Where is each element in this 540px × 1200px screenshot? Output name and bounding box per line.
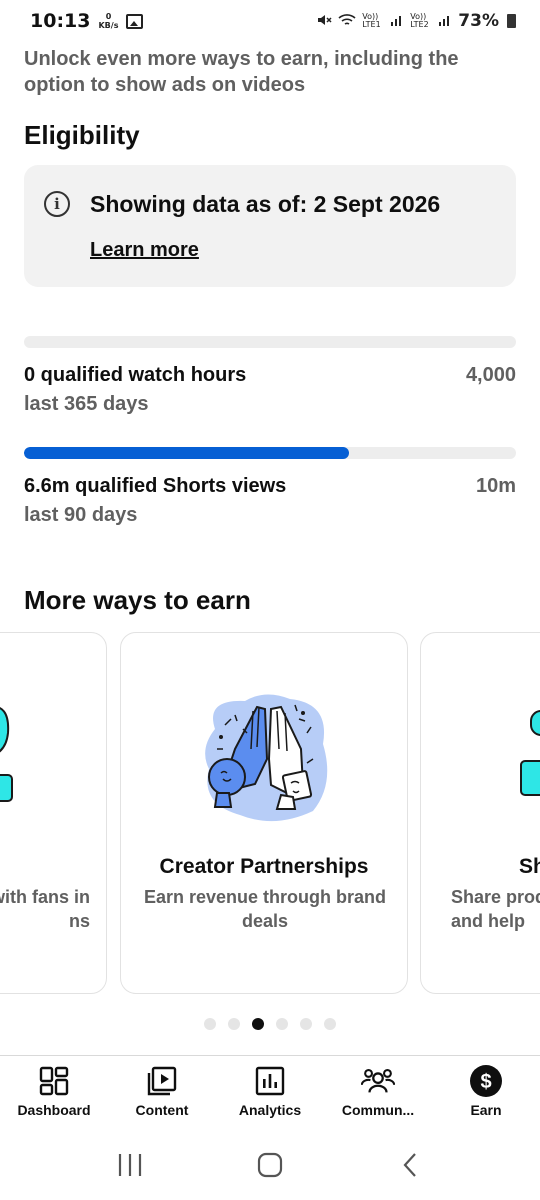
battery-icon [507, 14, 516, 28]
network-speed-unit: KB/s [98, 21, 119, 30]
signal-1-icon [390, 13, 404, 30]
home-icon [257, 1152, 283, 1178]
shorts-views-period: last 90 days [24, 504, 138, 526]
earn-card-next[interactable]: Sh Share produ and help [420, 632, 540, 994]
status-time: 10:13 [30, 10, 91, 32]
eligibility-title: Eligibility [24, 120, 140, 150]
nav-community[interactable]: Commun... [324, 1056, 432, 1133]
back-icon [403, 1153, 416, 1177]
eligibility-info-card: i Showing data as of: 2 Sept 2026 Learn … [24, 165, 516, 287]
dashboard-icon [37, 1064, 71, 1098]
bottom-nav: Dashboard Content Analytics Commun... $ … [0, 1055, 540, 1133]
status-right: Vo)) LTE1 Vo)) LTE2 73% [316, 11, 516, 31]
svg-text:$: $ [480, 1071, 491, 1093]
carousel-dot[interactable] [300, 1018, 312, 1030]
nav-community-label: Commun... [341, 1102, 415, 1118]
earn-carousel[interactable]: with fans in ns Creator Partnerships Ear… [0, 632, 540, 996]
more-ways-title: More ways to earn [24, 585, 251, 615]
carousel-dot[interactable] [204, 1018, 216, 1030]
carousel-dot[interactable] [228, 1018, 240, 1030]
shorts-views-target: 10m [475, 475, 516, 497]
shorts-views-progress-fill [24, 447, 349, 459]
carousel-dot[interactable] [252, 1018, 264, 1030]
signal-1-label: Vo)) LTE1 [362, 12, 381, 29]
nav-earn[interactable]: $ Earn [432, 1056, 540, 1133]
mute-icon [316, 12, 332, 31]
recent-apps-button[interactable] [110, 1145, 150, 1185]
previous-card-illustration [0, 707, 13, 802]
earn-icon: $ [469, 1064, 503, 1098]
back-button[interactable] [390, 1145, 430, 1185]
system-nav-bar [0, 1135, 540, 1195]
status-bar: 10:13 0 KB/s Vo)) LTE1 Vo)) LTE2 73% [0, 0, 540, 42]
watch-hours-period: last 365 days [24, 393, 149, 415]
network-speed-value: 0 [105, 12, 112, 21]
nav-analytics-label: Analytics [238, 1102, 302, 1118]
watch-hours-label: 0 qualified watch hours [24, 364, 247, 386]
next-card-desc: Share produ and help [451, 887, 540, 931]
nav-dashboard[interactable]: Dashboard [0, 1056, 108, 1133]
nav-earn-label: Earn [470, 1102, 502, 1118]
signal-2-icon [438, 13, 452, 30]
card-title: Creator Partnerships [159, 855, 369, 878]
carousel-dot[interactable] [276, 1018, 288, 1030]
next-card-illustration [520, 710, 540, 796]
analytics-icon [253, 1064, 287, 1098]
earn-card-creator-partnerships[interactable]: Creator Partnerships Earn revenue throug… [120, 632, 408, 994]
nav-dashboard-label: Dashboard [17, 1102, 91, 1118]
carousel-dot[interactable] [324, 1018, 336, 1030]
intro-text: Unlock even more ways to earn, including… [24, 48, 459, 96]
wifi-icon [338, 13, 356, 30]
community-icon [361, 1064, 395, 1098]
high-five-illustration [205, 694, 328, 822]
watch-hours-target: 4,000 [465, 364, 516, 386]
earn-card-previous[interactable]: with fans in ns [0, 632, 107, 994]
content-icon [145, 1064, 179, 1098]
card-description: Earn revenue through brand deals [143, 887, 387, 931]
watch-hours-progress-bar [24, 336, 516, 348]
recent-apps-icon [118, 1154, 142, 1176]
home-button[interactable] [250, 1145, 290, 1185]
nav-analytics[interactable]: Analytics [216, 1056, 324, 1133]
nav-content[interactable]: Content [108, 1056, 216, 1133]
nav-content-label: Content [135, 1102, 189, 1118]
network-speed: 0 KB/s [98, 12, 118, 30]
gallery-notification-icon [126, 13, 144, 29]
info-icon: i [44, 191, 70, 217]
shorts-views-label: 6.6m qualified Shorts views [24, 475, 287, 497]
battery-percent: 73% [458, 11, 499, 31]
learn-more-link[interactable]: Learn more [90, 239, 199, 262]
previous-card-desc: with fans in ns [0, 887, 90, 931]
signal-2-label: Vo)) LTE2 [410, 12, 429, 29]
shorts-views-progress-bar [24, 447, 516, 459]
data-as-of-text: Showing data as of: 2 Sept 2026 [90, 191, 441, 217]
next-card-title: Sh [519, 855, 540, 878]
carousel-pagination [0, 1018, 540, 1030]
